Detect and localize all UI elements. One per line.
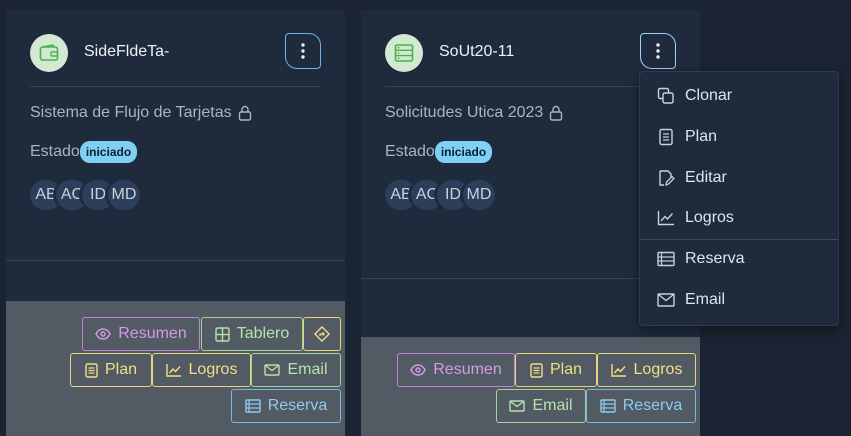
copy-icon <box>657 87 674 104</box>
eye-icon <box>410 364 427 376</box>
list-icon <box>600 399 616 413</box>
document-icon <box>85 362 98 378</box>
grid-icon <box>215 326 230 342</box>
more-options-button[interactable] <box>285 33 321 69</box>
project-avatar <box>385 34 423 72</box>
document-icon <box>659 128 673 146</box>
plan-button[interactable]: Plan <box>70 353 152 387</box>
description-text: Sistema de Flujo de Tarjetas <box>30 104 232 121</box>
menu-item-reserva[interactable]: Reserva <box>640 239 838 279</box>
chart-icon <box>657 211 674 226</box>
directions-icon <box>314 326 330 342</box>
card-title: SoUt20-11 <box>439 43 515 60</box>
card-actions: Resumen Tablero Plan Logros Email Reserv… <box>6 301 345 436</box>
list-icon <box>657 251 675 267</box>
email-button[interactable]: Email <box>251 353 341 387</box>
card-description: Solicitudes Utica 2023 <box>385 104 563 122</box>
chart-icon <box>165 364 181 377</box>
more-vertical-icon <box>301 43 305 59</box>
list-icon <box>245 399 261 413</box>
project-avatar <box>30 34 68 72</box>
member-avatar[interactable]: MD <box>463 180 495 210</box>
logros-button[interactable]: Logros <box>597 353 696 387</box>
eye-icon <box>95 328 112 340</box>
reserva-button[interactable]: Reserva <box>586 389 696 423</box>
project-card: SideFldeTa- Sistema de Flujo de Tarjetas… <box>6 10 345 436</box>
divider <box>385 86 676 87</box>
mail-icon <box>264 364 281 376</box>
status-label: Estado <box>30 143 80 160</box>
resumen-button[interactable]: Resumen <box>397 353 515 387</box>
chart-icon <box>610 364 626 377</box>
status-label: Estado <box>385 143 435 160</box>
menu-item-logros[interactable]: Logros <box>640 198 838 238</box>
card-description: Sistema de Flujo de Tarjetas <box>30 104 252 122</box>
member-avatars: AB AC ID MD <box>385 180 495 210</box>
divider <box>6 260 345 261</box>
status-badge: iniciado <box>434 141 493 163</box>
status-row: Estado iniciado <box>385 141 493 163</box>
options-menu: Clonar Plan Editar Logros Reserva Email <box>639 71 839 326</box>
status-badge: iniciado <box>79 141 138 163</box>
more-vertical-icon <box>656 43 660 59</box>
divider <box>30 86 321 87</box>
member-avatars: AB AC ID MD <box>30 180 140 210</box>
menu-item-plan[interactable]: Plan <box>640 117 838 157</box>
member-avatar[interactable]: MD <box>108 180 140 210</box>
resumen-button[interactable]: Resumen <box>82 317 200 351</box>
edit-icon <box>659 170 675 187</box>
reserva-button[interactable]: Reserva <box>231 389 341 423</box>
logros-button[interactable]: Logros <box>152 353 251 387</box>
email-button[interactable]: Email <box>496 389 586 423</box>
tablero-button[interactable]: Tablero <box>201 317 303 351</box>
lock-icon <box>550 105 563 121</box>
document-icon <box>530 362 543 378</box>
more-options-button[interactable] <box>640 33 676 69</box>
server-icon <box>394 44 414 62</box>
menu-item-email[interactable]: Email <box>640 280 838 320</box>
card-actions: Resumen Plan Logros Email Reserva <box>361 337 700 436</box>
directions-button[interactable] <box>303 317 341 351</box>
card-title: SideFldeTa- <box>84 43 170 60</box>
menu-item-editar[interactable]: Editar <box>640 158 838 198</box>
description-text: Solicitudes Utica 2023 <box>385 104 544 121</box>
mail-icon <box>657 293 675 307</box>
lock-icon <box>238 105 251 121</box>
menu-item-clonar[interactable]: Clonar <box>640 76 838 116</box>
status-row: Estado iniciado <box>30 141 138 163</box>
mail-icon <box>509 400 526 412</box>
wallet-icon <box>39 44 59 61</box>
plan-button[interactable]: Plan <box>515 353 597 387</box>
